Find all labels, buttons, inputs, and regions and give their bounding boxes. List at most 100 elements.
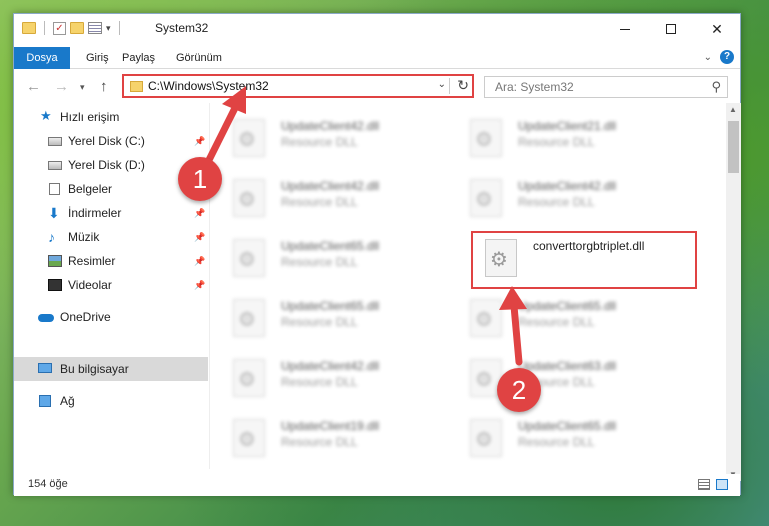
sidebar-item-local-disk-c[interactable]: Yerel Disk (C:) 📌 (14, 129, 208, 153)
drive-icon (48, 161, 62, 170)
navigation-pane: ★ Hızlı erişim Yerel Disk (C:) 📌 Yerel D… (14, 103, 210, 469)
tiles-view-icon[interactable] (716, 479, 728, 490)
file-list: ⚙ UpdateClient42.dll Resource DLL ⚙ Upda… (211, 103, 726, 469)
file-item[interactable]: ⚙ UpdateClient63.dll Resource DLL (448, 355, 648, 403)
cloud-icon (38, 314, 54, 322)
folder-icon (130, 81, 143, 92)
gear-icon: ⚙ (238, 189, 256, 211)
explorer-window: ✓ ▾ System32 ✕ Dosya Giriş Paylaş Görünü… (13, 13, 741, 496)
file-name: UpdateClient42.dll (518, 179, 617, 193)
file-item[interactable]: ⚙ UpdateClient65.dll Resource DLL (211, 295, 411, 343)
file-item[interactable]: ⚙ UpdateClient19.dll Resource DLL (211, 415, 411, 463)
tab-home[interactable]: Giriş (86, 47, 109, 69)
sidebar-item-quick-access[interactable]: ★ Hızlı erişim (14, 105, 208, 129)
computer-icon (38, 363, 52, 373)
sidebar-item-label: Hızlı erişim (60, 110, 120, 124)
sidebar-item-downloads[interactable]: ⬇ İndirmeler 📌 (14, 201, 208, 225)
help-icon[interactable]: ? (720, 50, 734, 64)
file-type: Resource DLL (518, 315, 595, 329)
file-item[interactable]: ⚙ UpdateClient65.dll Resource DLL (448, 295, 648, 343)
sidebar-item-this-pc[interactable]: Bu bilgisayar (14, 357, 208, 381)
file-item[interactable]: ⚙ UpdateClient42.dll Resource DLL (211, 115, 411, 163)
pin-icon[interactable]: 📌 (194, 225, 205, 249)
dll-file-icon: ⚙ (233, 179, 265, 217)
file-name: UpdateClient19.dll (281, 419, 380, 433)
maximize-button[interactable] (648, 14, 694, 44)
scroll-thumb[interactable] (728, 121, 739, 173)
back-button[interactable]: ← (26, 78, 41, 95)
file-name: UpdateClient42.dll (281, 119, 380, 133)
sidebar-item-onedrive[interactable]: OneDrive (14, 305, 208, 329)
customize-dropdown-icon[interactable]: ▾ (106, 23, 111, 34)
dll-file-icon: ⚙ (233, 239, 265, 277)
file-name: UpdateClient21.dll (518, 119, 617, 133)
address-dropdown-icon[interactable]: ⌄ (438, 79, 446, 90)
music-icon: ♪ (48, 229, 55, 245)
gear-icon: ⚙ (475, 369, 493, 391)
target-file-highlight (471, 231, 697, 289)
drive-icon (48, 137, 62, 146)
sidebar-item-label: Yerel Disk (D:) (68, 158, 145, 172)
close-button[interactable]: ✕ (694, 14, 740, 44)
sidebar-item-music[interactable]: ♪ Müzik 📌 (14, 225, 208, 249)
file-item[interactable]: ⚙ UpdateClient42.dll Resource DLL (448, 175, 648, 223)
pin-icon[interactable]: 📌 (194, 129, 205, 153)
tab-view[interactable]: Görünüm (176, 47, 222, 69)
toolbar-separator (44, 21, 45, 35)
file-name: UpdateClient65.dll (281, 299, 380, 313)
status-bar: 154 öğe (14, 474, 740, 496)
refresh-icon[interactable]: ↻ (457, 77, 469, 94)
forward-button[interactable]: → (54, 78, 69, 95)
close-icon: ✕ (711, 20, 723, 37)
file-name: UpdateClient65.dll (518, 299, 617, 313)
up-button[interactable]: ↑ (100, 78, 108, 95)
file-item[interactable]: ⚙ UpdateClient42.dll Resource DLL (211, 355, 411, 403)
quick-access-toolbar: ✓ ▾ (22, 21, 124, 35)
dll-file-icon: ⚙ (233, 359, 265, 397)
network-icon (39, 395, 51, 407)
window-title: System32 (155, 21, 209, 35)
ribbon-tabs: Dosya Giriş Paylaş Görünüm ⌄ ? (14, 44, 740, 69)
scroll-up-icon[interactable]: ▲ (729, 105, 737, 114)
properties-check-icon[interactable]: ✓ (53, 21, 66, 35)
properties-icon[interactable] (88, 22, 102, 34)
file-item[interactable]: ⚙ UpdateClient42.dll Resource DLL (211, 175, 411, 223)
step-1-badge: 1 (178, 157, 222, 201)
recent-locations-icon[interactable]: ▾ (80, 82, 85, 93)
new-folder-icon[interactable] (70, 22, 84, 34)
dll-file-icon: ⚙ (233, 119, 265, 157)
minimize-button[interactable] (602, 14, 648, 44)
sidebar-item-pictures[interactable]: Resimler 📌 (14, 249, 208, 273)
sidebar-item-label: Belgeler (68, 182, 113, 196)
details-view-icon[interactable] (698, 479, 710, 490)
download-icon: ⬇ (48, 205, 60, 221)
gear-icon: ⚙ (238, 429, 256, 451)
sidebar-item-label: İndirmeler (68, 206, 122, 220)
file-item[interactable]: ⚙ UpdateClient65.dll Resource DLL (448, 415, 648, 463)
sidebar-item-network[interactable]: Ağ (14, 389, 208, 413)
tab-share[interactable]: Paylaş (122, 47, 155, 69)
file-item[interactable]: ⚙ UpdateClient65.dll Resource DLL (211, 235, 411, 283)
sidebar-item-label: Resimler (68, 254, 116, 268)
address-bar[interactable]: C:\Windows\System32 ⌄ ↻ (122, 74, 474, 98)
sidebar-item-videos[interactable]: Videolar 📌 (14, 273, 208, 297)
pin-icon[interactable]: 📌 (194, 273, 205, 297)
tab-file[interactable]: Dosya (14, 47, 70, 69)
pin-icon[interactable]: 📌 (194, 249, 205, 273)
search-icon[interactable]: ⚲ (711, 79, 721, 95)
pin-icon[interactable]: 📌 (194, 201, 205, 225)
search-input[interactable]: Ara: System32 ⚲ (484, 76, 728, 98)
vertical-scrollbar[interactable]: ▲ ▼ (726, 103, 741, 481)
title-separator (118, 21, 120, 35)
title-bar: ✓ ▾ System32 ✕ (14, 14, 740, 44)
documents-icon (49, 183, 60, 195)
dll-file-icon: ⚙ (470, 179, 502, 217)
sidebar-item-label: Videolar (68, 278, 112, 292)
file-type: Resource DLL (281, 435, 358, 449)
item-count: 154 öğe (28, 478, 68, 490)
address-path[interactable]: C:\Windows\System32 (148, 79, 269, 93)
file-type: Resource DLL (518, 195, 595, 209)
pictures-icon (48, 255, 62, 267)
file-item[interactable]: ⚙ UpdateClient21.dll Resource DLL (448, 115, 648, 163)
expand-ribbon-icon[interactable]: ⌄ (704, 52, 712, 63)
